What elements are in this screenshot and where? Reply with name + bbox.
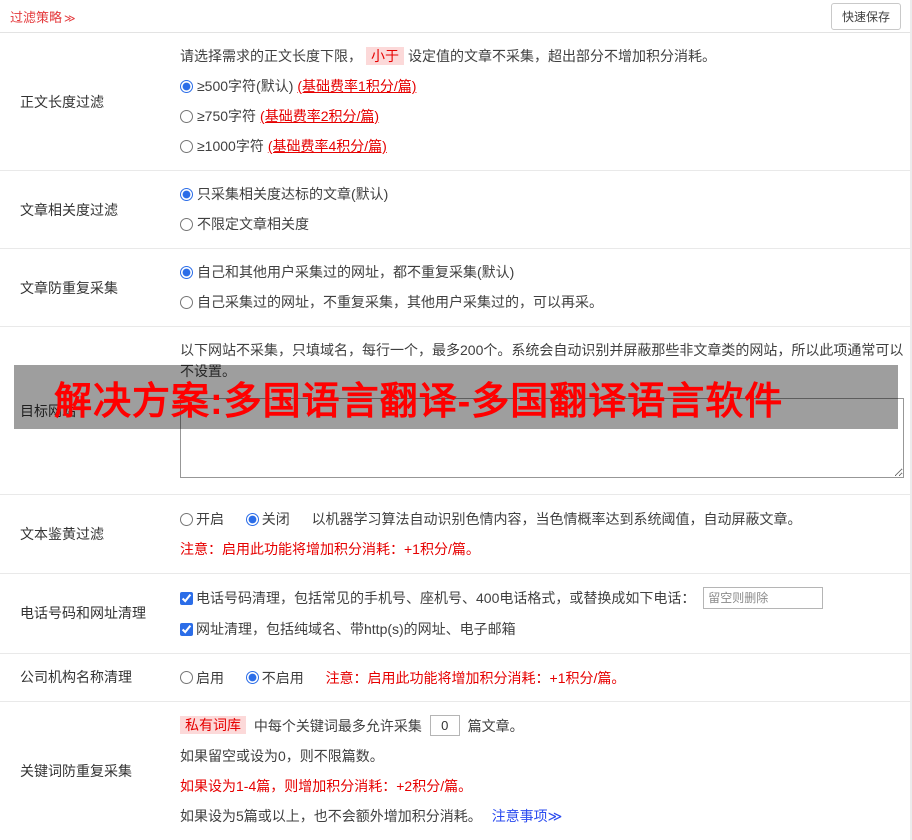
less-than-highlight: 小于 — [366, 47, 404, 65]
length-option-500-rate-note: (基础费率1积分/篇) — [297, 78, 417, 94]
length-option-500-label: ≥500字符(默认) — [197, 78, 294, 94]
length-option-750-rate-note: (基础费率2积分/篇) — [260, 108, 380, 124]
row-content-porn-filter: 开启 关闭 以机器学习算法自动识别色情内容，当色情概率达到系统阈值，自动屏蔽文章… — [180, 495, 910, 573]
relevance-option-strict-label: 只采集相关度达标的文章(默认) — [197, 186, 389, 202]
keyword-note-five: 如果设为5篇或以上，也不会额外增加积分消耗。 注意事项≫ — [180, 806, 896, 827]
keyword-limit-text-end: 篇文章。 — [467, 718, 524, 735]
page-title-text: 过滤策略 — [10, 9, 63, 25]
watermark-overlay-text: 解决方案:多国语言翻译-多国翻译语言软件 — [54, 380, 784, 423]
company-option-off[interactable]: 不启用 — [245, 669, 308, 686]
length-filter-intro: 请选择需求的正文长度下限， 小于 设定值的文章不采集，超出部分不增加积分消耗。 — [180, 46, 896, 67]
row-porn-filter: 文本鉴黄过滤 开启 关闭 以机器学习算法自动识别色情内容，当色情概率达到系统阈值… — [0, 495, 910, 574]
url-clean-checkbox[interactable] — [180, 622, 193, 636]
phone-clean-label: 电话号码清理，包括常见的手机号、座机号、400电话格式，或替换成如下电话： — [196, 589, 696, 606]
page-title[interactable]: 过滤策略 ≫ — [10, 7, 76, 26]
porn-option-on-label: 开启 — [196, 510, 224, 527]
phone-clean-option[interactable]: 电话号码清理，包括常见的手机号、座机号、400电话格式，或替换成如下电话： — [180, 589, 699, 606]
length-option-500[interactable]: ≥500字符(默认) (基础费率1积分/篇) — [180, 76, 896, 97]
porn-option-off-label: 关闭 — [261, 510, 290, 527]
row-content-company-clean: 启用 不启用 注意：启用此功能将增加积分消耗：+1积分/篇。 — [180, 654, 910, 702]
row-phone-url-clean: 电话号码和网址清理 电话号码清理，包括常见的手机号、座机号、400电话格式，或替… — [0, 574, 910, 654]
relevance-option-any-label: 不限定文章相关度 — [197, 216, 309, 232]
porn-option-on-radio[interactable] — [180, 512, 193, 526]
row-content-relevance-filter: 只采集相关度达标的文章(默认) 不限定文章相关度 — [180, 171, 910, 248]
row-length-filter: 正文长度过滤 请选择需求的正文长度下限， 小于 设定值的文章不采集，超出部分不增加积… — [0, 33, 910, 171]
company-option-off-label: 不启用 — [261, 669, 304, 686]
length-option-500-radio[interactable] — [180, 80, 193, 93]
company-clean-options: 启用 不启用 注意：启用此功能将增加积分消耗：+1积分/篇。 — [180, 667, 896, 689]
intro-before: 请选择需求的正文长度下限， — [180, 48, 362, 64]
length-option-1000-label: ≥1000字符 — [197, 138, 264, 154]
row-content-keyword-dedup: 私有词库 中每个关键词最多允许采集 篇文章。 如果留空或设为0，则不限篇数。 如… — [180, 702, 910, 840]
company-clean-warning: 注意：启用此功能将增加积分消耗：+1积分/篇。 — [325, 669, 626, 686]
company-option-on-radio[interactable] — [180, 671, 193, 685]
porn-filter-warning: 注意：启用此功能将增加积分消耗：+1积分/篇。 — [180, 540, 480, 557]
length-option-1000[interactable]: ≥1000字符 (基础费率4积分/篇) — [180, 136, 896, 157]
url-clean-option[interactable]: 网址清理，包括纯域名、带http(s)的网址、电子邮箱 — [180, 620, 516, 637]
chevron-double-icon: ≫ — [64, 12, 76, 25]
row-content-dedup-filter: 自己和其他用户采集过的网址，都不重复采集(默认) 自己采集过的网址，不重复采集，… — [180, 249, 910, 326]
dedup-option-self-radio[interactable] — [180, 296, 193, 309]
url-clean-line: 网址清理，包括纯域名、带http(s)的网址、电子邮箱 — [180, 618, 896, 640]
row-content-length-filter: 请选择需求的正文长度下限， 小于 设定值的文章不采集，超出部分不增加积分消耗。 ≥5… — [180, 33, 910, 170]
keyword-limit-line: 私有词库 中每个关键词最多允许采集 篇文章。 — [180, 715, 896, 737]
row-label-relevance-filter: 文章相关度过滤 — [20, 201, 118, 218]
length-option-750[interactable]: ≥750字符 (基础费率2积分/篇) — [180, 106, 896, 127]
keyword-note-cost: 如果设为1-4篇，则增加积分消耗：+2积分/篇。 — [180, 778, 473, 795]
phone-clean-checkbox[interactable] — [180, 591, 193, 605]
row-target-site: 目标网站 以下网站不采集，只填域名，每行一个，最多200个。系统会自动识别并屏蔽… — [0, 327, 910, 495]
row-label-keyword-dedup: 关键词防重复采集 — [20, 763, 132, 780]
quick-save-button[interactable]: 快速保存 — [830, 2, 901, 30]
dedup-option-global[interactable]: 自己和其他用户采集过的网址，都不重复采集(默认) — [180, 262, 896, 283]
porn-filter-options: 开启 关闭 以机器学习算法自动识别色情内容，当色情概率达到系统阈值，自动屏蔽文章… — [180, 508, 896, 530]
phone-clean-line: 电话号码清理，包括常见的手机号、座机号、400电话格式，或替换成如下电话： — [180, 586, 896, 609]
length-option-750-label: ≥750字符 — [197, 108, 257, 124]
row-label-porn-filter: 文本鉴黄过滤 — [20, 525, 104, 542]
filter-strategy-page: 过滤策略 ≫ 快速保存 正文长度过滤 请选择需求的正文长度下限， 小于 设定值的文章不… — [0, 0, 912, 840]
relevance-option-strict[interactable]: 只采集相关度达标的文章(默认) — [180, 184, 896, 205]
porn-filter-desc: 以机器学习算法自动识别色情内容，当色情概率达到系统阈值，自动屏蔽文章。 — [311, 510, 802, 527]
row-label-phone-url-clean: 电话号码和网址清理 — [20, 605, 146, 622]
company-option-on[interactable]: 启用 — [180, 669, 228, 685]
phone-replacement-input[interactable] — [703, 586, 824, 609]
page-header: 过滤策略 ≫ 快速保存 — [0, 0, 910, 33]
keyword-note-five-text: 如果设为5篇或以上，也不会额外增加积分消耗。 — [180, 808, 482, 825]
row-dedup-filter: 文章防重复采集 自己和其他用户采集过的网址，都不重复采集(默认) 自己采集过的网… — [0, 249, 910, 327]
row-relevance-filter: 文章相关度过滤 只采集相关度达标的文章(默认) 不限定文章相关度 — [0, 171, 910, 249]
porn-option-off[interactable]: 关闭 — [245, 510, 294, 527]
row-label-length-filter: 正文长度过滤 — [20, 93, 104, 110]
keyword-note-zero: 如果留空或设为0，则不限篇数。 — [180, 748, 384, 765]
row-label-company-clean: 公司机构名称清理 — [20, 669, 132, 686]
watermark-overlay-banner: 解决方案:多国语言翻译-多国翻译语言软件 — [14, 365, 898, 429]
relevance-option-strict-radio[interactable] — [180, 188, 193, 201]
dedup-option-self[interactable]: 自己采集过的网址，不重复采集，其他用户采集过的，可以再采。 — [180, 292, 896, 313]
row-company-clean: 公司机构名称清理 启用 不启用 注意：启用此功能将增加积分消耗：+1积分/篇。 — [0, 654, 910, 703]
intro-after: 设定值的文章不采集，超出部分不增加积分消耗。 — [408, 48, 716, 64]
company-option-off-radio[interactable] — [245, 671, 259, 685]
dedup-option-self-label: 自己采集过的网址，不重复采集，其他用户采集过的，可以再采。 — [197, 294, 603, 310]
dedup-option-global-radio[interactable] — [180, 266, 193, 279]
keyword-count-input[interactable] — [429, 715, 460, 737]
length-option-750-radio[interactable] — [180, 110, 193, 123]
relevance-option-any[interactable]: 不限定文章相关度 — [180, 214, 896, 235]
porn-option-off-radio[interactable] — [245, 512, 259, 526]
url-clean-label: 网址清理，包括纯域名、带http(s)的网址、电子邮箱 — [196, 620, 516, 637]
row-keyword-dedup: 关键词防重复采集 私有词库 中每个关键词最多允许采集 篇文章。 如果留空或设为0… — [0, 702, 910, 840]
porn-option-on[interactable]: 开启 — [180, 510, 228, 527]
private-lexicon-link[interactable]: 私有词库 — [180, 716, 246, 735]
row-label-dedup-filter: 文章防重复采集 — [20, 279, 118, 296]
relevance-option-any-radio[interactable] — [180, 218, 193, 231]
row-content-phone-url-clean: 电话号码清理，包括常见的手机号、座机号、400电话格式，或替换成如下电话： 网址… — [180, 574, 910, 653]
dedup-option-global-label: 自己和其他用户采集过的网址，都不重复采集(默认) — [197, 264, 515, 280]
company-option-on-label: 启用 — [196, 669, 224, 686]
keyword-limit-text: 中每个关键词最多允许采集 — [253, 718, 422, 735]
notice-link[interactable]: 注意事项≫ — [492, 808, 563, 824]
length-option-1000-rate-note: (基础费率4积分/篇) — [267, 138, 387, 154]
length-option-1000-radio[interactable] — [180, 140, 193, 153]
